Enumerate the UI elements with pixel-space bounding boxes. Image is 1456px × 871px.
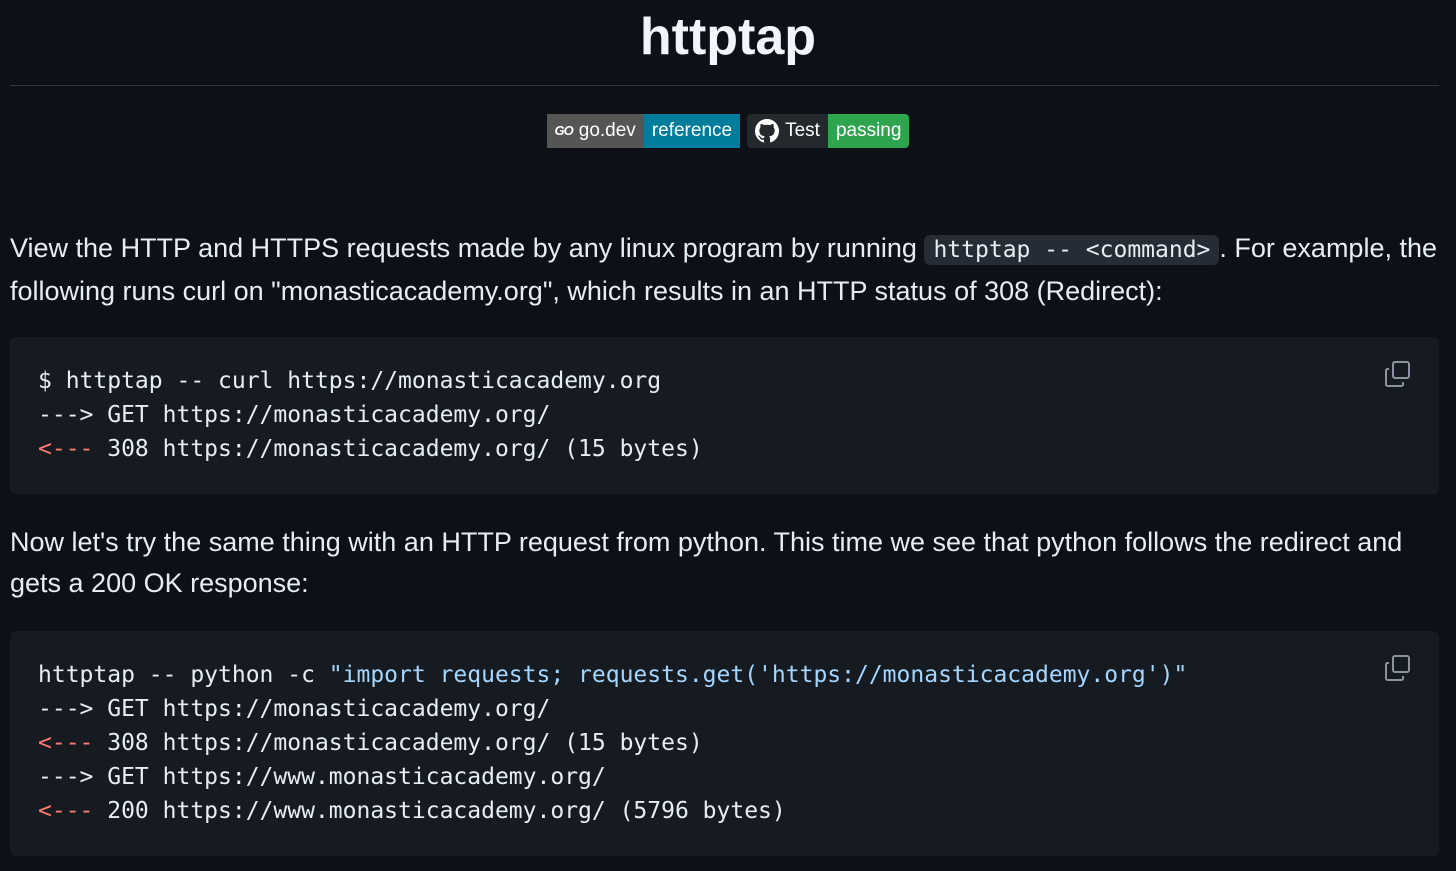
go-logo-icon: GO (554, 123, 574, 138)
intro-text-before: View the HTTP and HTTPS requests made by… (10, 233, 925, 263)
inline-command-code: httptap -- <command> (924, 235, 1220, 265)
badge-go-value: reference (643, 114, 741, 148)
code-line: ---> GET https://monasticacademy.org/ (38, 402, 551, 428)
python-string-literal: "import requests; requests.get('https://… (328, 662, 1188, 688)
badge-row: GO go.dev reference Test passing (0, 114, 1456, 148)
page-title: httptap (639, 8, 817, 66)
badge-test-label: Test (785, 120, 820, 141)
go-reference-badge[interactable]: GO go.dev reference (546, 114, 741, 148)
code-line: <--- 308 https://monasticacademy.org/ (1… (38, 730, 703, 756)
code-line: ---> GET https://www.monasticacademy.org… (38, 764, 606, 790)
code-line: $ httptap -- curl https://monasticacadem… (38, 368, 662, 394)
incoming-arrow: <--- (38, 436, 94, 462)
code-line: <--- 200 https://www.monasticacademy.org… (38, 798, 786, 824)
code-line: httptap -- python -c "import requests; r… (38, 662, 1188, 688)
title-divider (10, 85, 1439, 86)
outgoing-arrow: ---> (38, 764, 94, 790)
outgoing-arrow: ---> (38, 402, 94, 428)
curl-code-block[interactable]: $ httptap -- curl https://monasticacadem… (10, 337, 1439, 494)
python-paragraph: Now let's try the same thing with an HTT… (10, 527, 1403, 598)
badge-test-left: Test (747, 114, 828, 148)
badge-go-left: GO go.dev (546, 114, 644, 148)
copy-icon[interactable] (1383, 359, 1413, 389)
code-line: ---> GET https://monasticacademy.org/ (38, 696, 551, 722)
test-status-badge[interactable]: Test passing (747, 114, 910, 148)
badge-go-label: go.dev (578, 120, 636, 141)
badge-test-value: passing (827, 114, 910, 148)
github-icon (755, 119, 780, 143)
copy-icon[interactable] (1383, 653, 1413, 683)
incoming-arrow: <--- (38, 730, 94, 756)
incoming-arrow: <--- (38, 798, 94, 824)
outgoing-arrow: ---> (38, 696, 94, 722)
intro-paragraph: View the HTTP and HTTPS requests made by… (10, 228, 1440, 312)
code-line: <--- 308 https://monasticacademy.org/ (1… (38, 436, 703, 462)
python-code-block[interactable]: httptap -- python -c "import requests; r… (10, 631, 1439, 856)
